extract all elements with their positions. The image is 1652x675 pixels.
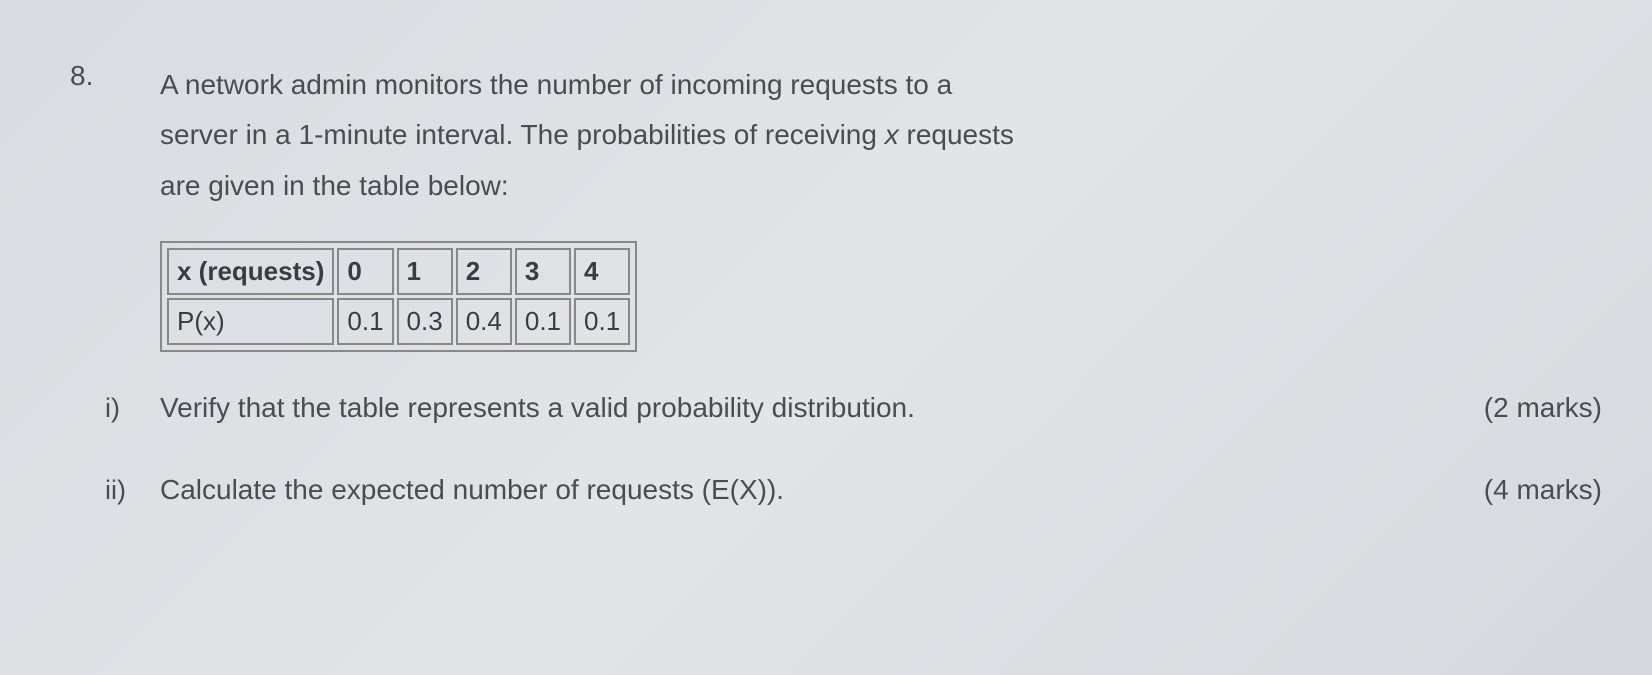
marks-i: (2 marks) (1484, 392, 1602, 424)
table-cell: 4 (574, 248, 630, 295)
intro-line-2b: requests (899, 119, 1014, 150)
table-cell: 0.3 (397, 298, 453, 345)
question-content: A network admin monitors the number of i… (160, 60, 1582, 556)
table-row: P(x) 0.1 0.3 0.4 0.1 0.1 (167, 298, 630, 345)
intro-line-1: A network admin monitors the number of i… (160, 69, 952, 100)
question-block: 8. A network admin monitors the number o… (70, 60, 1582, 556)
intro-line-2a: server in a 1-minute interval. The proba… (160, 119, 885, 150)
italic-x: x (885, 119, 899, 150)
intro-line-3: are given in the table below: (160, 170, 509, 201)
table-cell: 0.4 (456, 298, 512, 345)
sub-label-i: i) (105, 393, 160, 424)
table-row: x (requests) 0 1 2 3 4 (167, 248, 630, 295)
sub-questions: i) Verify that the table represents a va… (160, 392, 1582, 506)
table-cell: 1 (397, 248, 453, 295)
sub-question-i: i) Verify that the table represents a va… (160, 392, 1582, 424)
table-cell: 0.1 (337, 298, 393, 345)
table-cell: 0.1 (574, 298, 630, 345)
table-cell: 2 (456, 248, 512, 295)
sub-label-ii: ii) (105, 475, 160, 506)
x-header-text: x (requests) (177, 256, 324, 286)
marks-ii: (4 marks) (1484, 474, 1602, 506)
sub-text-ii: Calculate the expected number of request… (160, 474, 1582, 506)
question-intro: A network admin monitors the number of i… (160, 60, 1582, 211)
sub-question-ii: ii) Calculate the expected number of req… (160, 474, 1582, 506)
table-cell: 3 (515, 248, 571, 295)
question-number: 8. (70, 60, 110, 556)
sub-text-i: Verify that the table represents a valid… (160, 392, 1582, 424)
table-cell: 0.1 (515, 298, 571, 345)
table-cell: 0 (337, 248, 393, 295)
probability-table: x (requests) 0 1 2 3 4 P(x) 0.1 0.3 0.4 … (160, 241, 637, 352)
px-header-cell: P(x) (167, 298, 334, 345)
x-header-cell: x (requests) (167, 248, 334, 295)
